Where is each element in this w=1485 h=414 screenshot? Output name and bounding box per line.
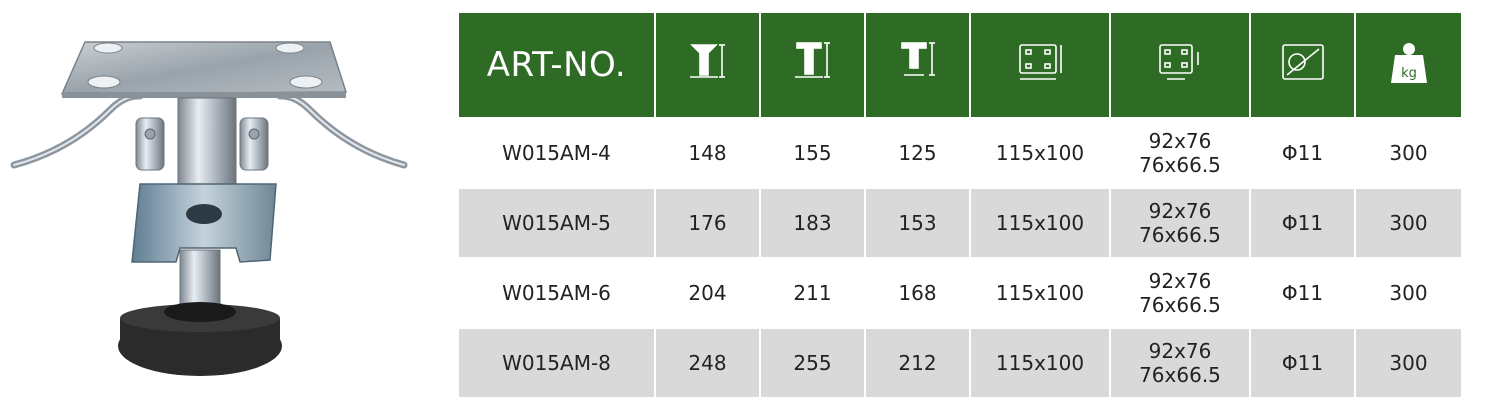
cell-load: 300 [1356,189,1461,259]
mount-height-icon [785,37,841,89]
cell-mount-height: 155 [761,119,866,189]
cell-bolt-diameter: Φ11 [1251,259,1356,329]
cell-art: W015AM-6 [459,259,656,329]
cell-overall-height: 204 [656,259,761,329]
cell-plate-size: 115x100 [971,329,1111,399]
cell-bolt-hole-spacing: 92x76 76x66.5 [1111,189,1251,259]
cell-art: W015AM-5 [459,189,656,259]
header-load-capacity: kg [1356,13,1461,119]
hole-spacing-a: 92x76 [1148,129,1212,153]
cell-mount-height: 183 [761,189,866,259]
cell-mount-height: 255 [761,329,866,399]
hole-spacing-b: 76x66.5 [1139,223,1221,247]
cell-stroke-height: 212 [866,329,971,399]
table-row: W015AM-6 204 211 168 115x100 92x76 76x66… [459,259,1461,329]
hole-spacing-b: 76x66.5 [1139,363,1221,387]
bolt-hole-spacing-icon [1152,37,1208,89]
header-stroke-height [866,13,971,119]
cell-load: 300 [1356,259,1461,329]
floor-lock-illustration [10,41,408,376]
cell-bolt-diameter: Φ11 [1251,119,1356,189]
hole-spacing-a: 92x76 [1148,199,1212,223]
art-no-header: ART-NO. [459,13,656,119]
cell-stroke-height: 168 [866,259,971,329]
cell-bolt-diameter: Φ11 [1251,329,1356,399]
cell-load: 300 [1356,119,1461,189]
cell-mount-height: 211 [761,259,866,329]
stroke-height-icon [890,37,946,89]
cell-plate-size: 115x100 [971,119,1111,189]
bolt-hole-diameter-icon [1275,37,1331,89]
cell-art: W015AM-4 [459,119,656,189]
hole-spacing-a: 92x76 [1148,339,1212,363]
cell-plate-size: 115x100 [971,259,1111,329]
table-row: W015AM-4 148 155 125 115x100 92x76 76x66… [459,119,1461,189]
cell-load: 300 [1356,329,1461,399]
cell-plate-size: 115x100 [971,189,1111,259]
cell-stroke-height: 125 [866,119,971,189]
header-bolt-hole-spacing [1111,13,1251,119]
cell-art: W015AM-8 [459,329,656,399]
cell-bolt-diameter: Φ11 [1251,189,1356,259]
header-mount-height [761,13,866,119]
spec-table: ART-NO. kg W015AM-4 148 155 125 115x100 … [459,13,1461,399]
header-overall-height [656,13,761,119]
hole-spacing-b: 76x66.5 [1139,293,1221,317]
header-row: ART-NO. kg [459,13,1461,119]
cell-bolt-hole-spacing: 92x76 76x66.5 [1111,259,1251,329]
cell-bolt-hole-spacing: 92x76 76x66.5 [1111,329,1251,399]
table-row: W015AM-5 176 183 153 115x100 92x76 76x66… [459,189,1461,259]
overall-height-icon [680,37,736,89]
table-row: W015AM-8 248 255 212 115x100 92x76 76x66… [459,329,1461,399]
hole-spacing-a: 92x76 [1148,269,1212,293]
hole-spacing-b: 76x66.5 [1139,153,1221,177]
cell-overall-height: 248 [656,329,761,399]
plate-size-icon [1012,37,1068,89]
header-bolt-hole-diameter [1251,13,1356,119]
cell-overall-height: 148 [656,119,761,189]
cell-overall-height: 176 [656,189,761,259]
product-image [0,0,440,414]
load-capacity-icon: kg [1381,37,1437,89]
cell-bolt-hole-spacing: 92x76 76x66.5 [1111,119,1251,189]
header-plate-size [971,13,1111,119]
load-capacity-unit: kg [1401,66,1417,81]
cell-stroke-height: 153 [866,189,971,259]
